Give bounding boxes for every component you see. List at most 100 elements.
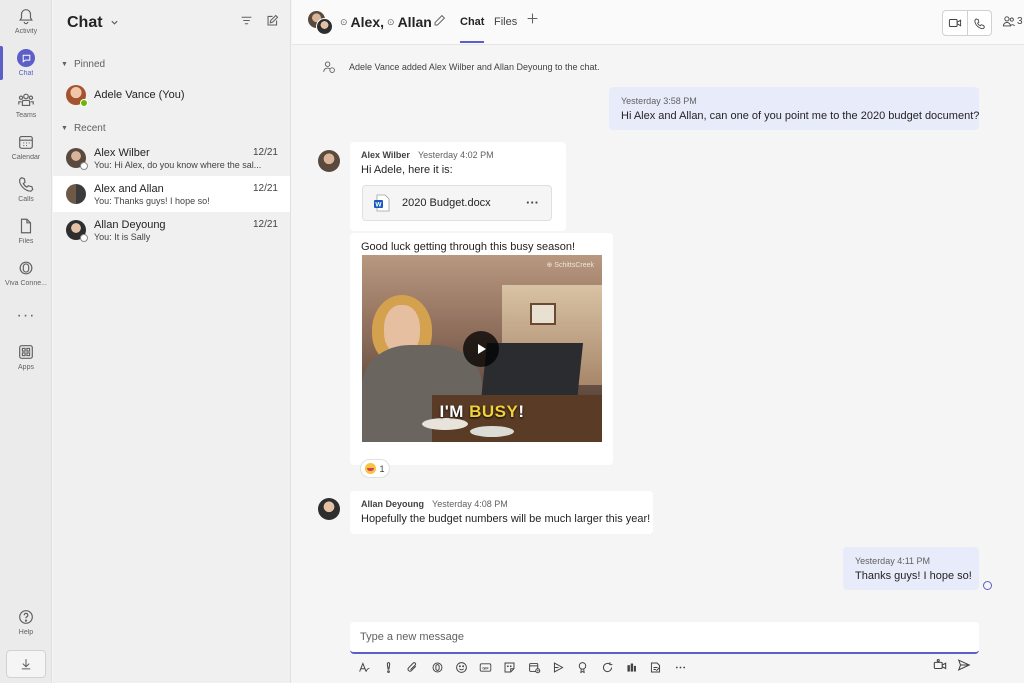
praise-button[interactable] bbox=[571, 658, 595, 676]
gif-button[interactable]: GIF bbox=[473, 658, 497, 676]
message-bubble-other[interactable]: Allan Deyoung Yesterday 4:08 PM Hopefully… bbox=[350, 491, 653, 534]
svg-text:GIF: GIF bbox=[483, 666, 490, 670]
rail-calendar[interactable]: Calendar bbox=[0, 126, 52, 168]
rail-help[interactable]: Help bbox=[0, 601, 52, 643]
viva-connections-icon bbox=[19, 261, 33, 275]
schedule-meeting-button[interactable] bbox=[522, 658, 546, 676]
stream-icon bbox=[553, 661, 564, 673]
new-chat-icon[interactable] bbox=[266, 14, 279, 30]
rail-teams[interactable]: Teams bbox=[0, 84, 52, 126]
call-button-group bbox=[942, 10, 992, 36]
gif-icon: GIF bbox=[479, 662, 492, 672]
emoji-icon bbox=[455, 661, 467, 673]
download-button[interactable] bbox=[6, 650, 46, 678]
message-bubble-self[interactable]: Yesterday 4:11 PM Thanks guys! I hope so… bbox=[843, 547, 979, 590]
compose-box bbox=[350, 622, 979, 654]
message-timestamp: Yesterday 3:58 PM bbox=[621, 96, 697, 106]
chat-item-alex-wilber[interactable]: Alex Wilber You: Hi Alex, do you know wh… bbox=[53, 140, 290, 176]
chat-item-preview: You: Hi Alex, do you know where the sal.… bbox=[94, 159, 262, 170]
message-bubble-self[interactable]: Yesterday 3:58 PM Hi Alex and Allan, can… bbox=[609, 87, 979, 130]
conversation-title[interactable]: ⊙ Alex, ⊙ Allan bbox=[340, 14, 432, 30]
rail-chat[interactable]: Chat bbox=[0, 42, 52, 84]
stream-button[interactable] bbox=[546, 658, 570, 676]
gif-caption-part: ! bbox=[518, 402, 525, 421]
chat-item-preview: You: It is Sally bbox=[94, 231, 151, 242]
add-tab-icon[interactable] bbox=[526, 12, 539, 30]
attach-button[interactable] bbox=[401, 658, 425, 676]
important-icon bbox=[386, 661, 391, 673]
pinned-label: Pinned bbox=[73, 58, 106, 70]
reaction-badge[interactable]: 1 bbox=[360, 459, 390, 478]
chat-item-date: 12/21 bbox=[252, 147, 278, 158]
avatar[interactable] bbox=[318, 498, 340, 520]
filter-icon[interactable] bbox=[240, 14, 253, 30]
rail-apps[interactable]: Apps bbox=[0, 336, 52, 378]
presence-available-icon bbox=[80, 99, 88, 107]
message-text: Good luck getting through this busy seas… bbox=[361, 241, 576, 253]
chat-item-adele-vance[interactable]: Adele Vance (You) bbox=[53, 77, 290, 113]
pinned-section-header[interactable]: ▼ Pinned bbox=[53, 54, 290, 74]
rail-activity[interactable]: Activity bbox=[0, 0, 52, 42]
rail-calls[interactable]: Calls bbox=[0, 168, 52, 210]
praise-icon bbox=[579, 661, 587, 673]
chat-item-allan-deyoung[interactable]: Allan Deyoung You: It is Sally 12/21 bbox=[53, 212, 290, 248]
message-input[interactable] bbox=[350, 622, 979, 652]
message-text: Hopefully the budget numbers will be muc… bbox=[361, 513, 651, 525]
loop-button[interactable] bbox=[425, 658, 449, 676]
collapse-triangle-icon: ▼ bbox=[61, 124, 68, 132]
send-button[interactable] bbox=[957, 658, 971, 675]
chat-item-date: 12/21 bbox=[252, 183, 278, 194]
send-tools bbox=[933, 658, 971, 675]
tab-chat[interactable]: Chat bbox=[460, 16, 485, 43]
download-icon bbox=[21, 659, 31, 670]
avatar[interactable] bbox=[318, 150, 340, 172]
bell-icon bbox=[19, 9, 33, 25]
emoji-button[interactable] bbox=[449, 658, 473, 676]
system-message-text: Adele Vance added Alex Wilber and Allan … bbox=[349, 62, 600, 72]
chat-item-date: 12/21 bbox=[252, 219, 278, 230]
edit-name-icon[interactable] bbox=[433, 14, 446, 30]
rail-more-button[interactable]: ··· bbox=[0, 303, 52, 329]
message-text: Hi Alex and Allan, can one of you point … bbox=[621, 110, 980, 122]
rail-viva-connections[interactable]: Viva Conne... bbox=[0, 252, 52, 294]
meet-now-button[interactable] bbox=[933, 658, 947, 675]
recent-section-header[interactable]: ▼ Recent bbox=[53, 118, 290, 138]
gif-image[interactable]: ⊕ SchittsCreek I'M BUSY! bbox=[362, 255, 602, 442]
approvals-icon bbox=[627, 662, 636, 672]
participants-button[interactable]: 3 bbox=[1002, 14, 1023, 28]
updates-button[interactable] bbox=[644, 658, 668, 676]
presence-offline-icon: ⊙ bbox=[387, 16, 395, 27]
tab-files[interactable]: Files bbox=[494, 16, 517, 28]
chat-item-alex-and-allan[interactable]: Alex and Allan You: Thanks guys! I hope … bbox=[53, 176, 290, 212]
important-button[interactable] bbox=[376, 658, 400, 676]
sticker-icon bbox=[504, 662, 515, 672]
phone-icon bbox=[974, 17, 985, 29]
add-person-icon bbox=[323, 61, 335, 73]
approvals-button[interactable] bbox=[619, 658, 643, 676]
refresh-button[interactable] bbox=[595, 658, 619, 676]
gif-caption-highlight: BUSY bbox=[469, 402, 519, 421]
file-more-options-button[interactable]: ··· bbox=[526, 195, 539, 210]
presence-offline-icon bbox=[80, 162, 88, 170]
video-call-button[interactable] bbox=[943, 11, 968, 35]
file-attachment-card[interactable]: W 2020 Budget.docx ··· bbox=[362, 185, 552, 221]
play-button[interactable] bbox=[463, 331, 499, 367]
chat-list-title[interactable]: Chat bbox=[67, 14, 103, 32]
rail-files[interactable]: Files bbox=[0, 210, 52, 252]
file-name: 2020 Budget.docx bbox=[402, 197, 491, 209]
conversation-header: ⊙ Alex, ⊙ Allan Chat Files 3 bbox=[292, 0, 1024, 45]
audio-call-button[interactable] bbox=[968, 11, 992, 35]
laugh-emoji-icon bbox=[365, 463, 377, 474]
format-button[interactable] bbox=[352, 658, 376, 676]
play-icon bbox=[478, 344, 486, 354]
rail-label: Help bbox=[18, 629, 34, 636]
chat-item-name: Adele Vance (You) bbox=[94, 89, 185, 101]
chevron-down-icon[interactable] bbox=[110, 16, 119, 30]
gif-watermark: ⊕ SchittsCreek bbox=[546, 262, 595, 269]
message-timestamp: Yesterday 4:11 PM bbox=[855, 556, 931, 566]
sticker-button[interactable] bbox=[498, 658, 522, 676]
more-options-button[interactable] bbox=[668, 658, 692, 676]
file-icon bbox=[20, 218, 32, 234]
message-text: Thanks guys! I hope so! bbox=[855, 570, 972, 582]
send-icon bbox=[957, 659, 971, 671]
